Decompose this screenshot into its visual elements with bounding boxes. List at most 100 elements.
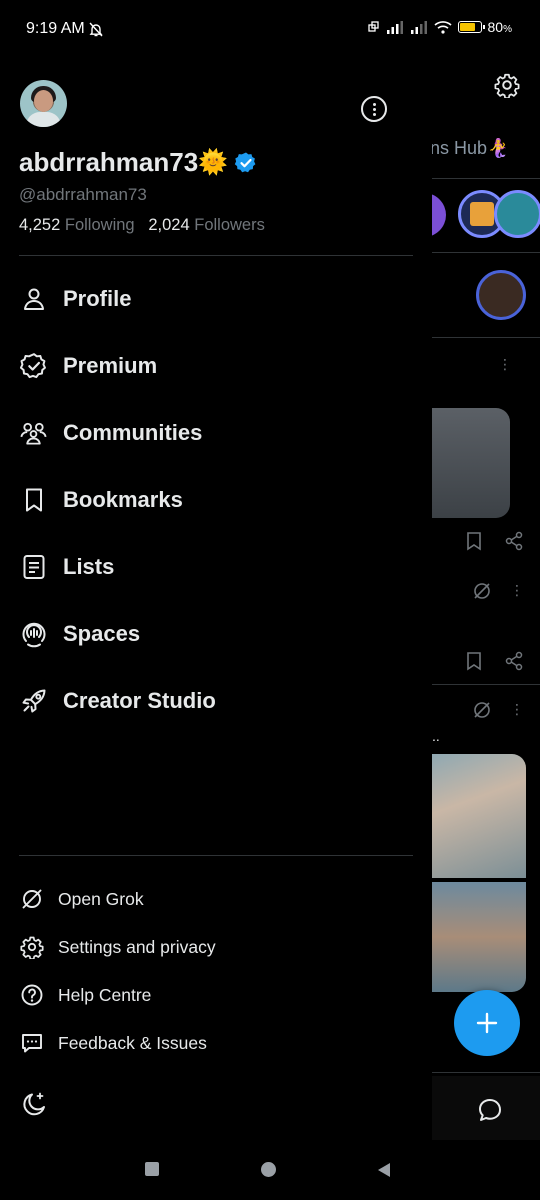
menu-item-label: Open Grok [58,888,144,909]
menu-item-open-grok[interactable]: Open Grok [19,884,144,914]
dot [372,107,376,111]
help-icon [19,983,44,1008]
feed-user-avatar[interactable] [476,270,526,320]
menu-item-label: Settings and privacy [58,936,216,957]
back-button[interactable] [377,1162,391,1178]
followers-count: 2,024 [148,216,190,234]
grok-icon[interactable] [472,581,492,601]
menu-item-label: Help Centre [58,984,152,1005]
menu-item-bookmarks[interactable]: Bookmarks [19,480,183,520]
signal-icon [386,21,403,34]
verified-badge-icon [234,152,256,172]
sun-emoji: 🌞 [198,149,229,176]
display-name[interactable]: abdrrahman73 🌞 [19,147,258,178]
dot [372,102,376,106]
followers-link[interactable]: 2,024 Followers [148,216,265,234]
notifications-muted-icon [89,22,103,36]
menu-item-label: Feedback & Issues [58,1032,207,1053]
menu-item-settings-privacy[interactable]: Settings and privacy [19,932,216,962]
recents-button[interactable] [145,1162,159,1176]
rocket-icon [19,687,48,716]
menu-item-spaces[interactable]: Spaces [19,614,140,654]
wifi-icon [433,21,452,34]
drawer-divider [19,855,413,856]
person-icon [19,285,48,314]
menu-item-feedback-issues[interactable]: Feedback & Issues [19,1028,207,1058]
battery-icon [457,21,485,33]
avatar[interactable] [20,80,67,127]
share-icon[interactable] [504,651,524,671]
verified-badge-icon [19,352,48,381]
feed-image[interactable] [432,408,510,518]
feed-divider [432,337,540,338]
avatar-face [34,90,53,112]
menu-item-label: Profile [63,286,132,311]
follow-stats: 4,252 Following 2,024 Followers [19,216,265,235]
compose-post-button[interactable] [454,990,520,1056]
menu-item-premium[interactable]: Premium [19,346,157,386]
feed-more-dots-icon[interactable]: ⋮ [510,582,524,599]
mermaid-emoji: 🧜‍♀️ [487,138,510,158]
following-count: 4,252 [19,216,61,234]
menu-item-lists[interactable]: Lists [19,547,114,587]
menu-item-label: Creator Studio [63,688,216,713]
battery-percent: 80% [487,19,512,35]
menu-item-label: Lists [63,554,115,579]
feed-tab-text: ns Hub [432,138,488,158]
theme-toggle-button[interactable] [19,1090,49,1125]
bookmark-icon[interactable] [465,531,483,551]
feedback-icon [19,1031,44,1056]
menu-item-label: Premium [63,353,158,378]
menu-item-label: Spaces [63,621,141,646]
feed-more-dots-icon[interactable]: ⋮ [510,701,524,718]
feed-divider [432,252,540,253]
feed-image-top[interactable] [432,754,526,878]
menu-item-label: Communities [63,420,203,445]
screen-cast-icon [367,21,379,32]
moon-sparkle-icon [23,1092,45,1116]
system-navigation-bar [0,1140,540,1200]
grok-icon [19,887,44,912]
signal-icon-2 [410,21,427,34]
status-time-text: 9:19 AM [26,20,85,37]
feed-divider [432,1072,540,1073]
battery-fill [459,23,476,31]
menu-item-creator-studio[interactable]: Creator Studio [19,681,216,721]
battery-percent-value: 80 [487,19,504,35]
grok-icon[interactable] [472,700,492,720]
pixel-face [470,202,494,226]
dot [372,112,376,116]
home-button[interactable] [261,1162,276,1177]
feed-avatar-pixel-2[interactable] [494,190,540,238]
account-options-button[interactable] [361,96,387,122]
user-handle: @abdrrahman73 [19,185,147,204]
feed-image-bottom[interactable] [432,882,526,992]
bookmark-icon[interactable] [465,651,483,671]
messages-icon[interactable] [476,1096,504,1124]
menu-item-communities[interactable]: Communities [19,413,202,453]
share-icon[interactable] [504,531,524,551]
feed-settings-gear-icon[interactable] [494,72,520,98]
feed-divider [432,178,540,179]
status-time: 9:19 AM [26,20,103,38]
drawer-divider [19,255,413,256]
feed-more-dots-icon[interactable]: ⋮ [498,356,512,373]
avatar-shirt [26,112,61,127]
menu-item-label: Bookmarks [63,487,183,512]
feed-divider [432,684,540,685]
feed-avatar-partial[interactable] [432,193,446,237]
following-label: Following [64,216,135,234]
navigation-drawer: abdrrahman73 🌞 @abdrrahman73 4,252 Follo… [0,0,432,1200]
feed-tab-fragment[interactable]: ns Hub🧜‍♀️ [432,138,509,159]
display-name-text: abdrrahman73 [19,147,199,177]
bookmark-icon [19,486,48,515]
plus-icon [476,1012,498,1034]
communities-icon [19,419,48,448]
feed-ellipsis: .. [432,728,440,744]
menu-item-help-centre[interactable]: Help Centre [19,980,151,1010]
status-indicators: 80% [367,19,512,35]
spaces-icon [19,620,48,649]
status-bar: 9:19 AM 80% [0,0,540,58]
following-link[interactable]: 4,252 Following [19,216,135,234]
menu-item-profile[interactable]: Profile [19,279,131,319]
